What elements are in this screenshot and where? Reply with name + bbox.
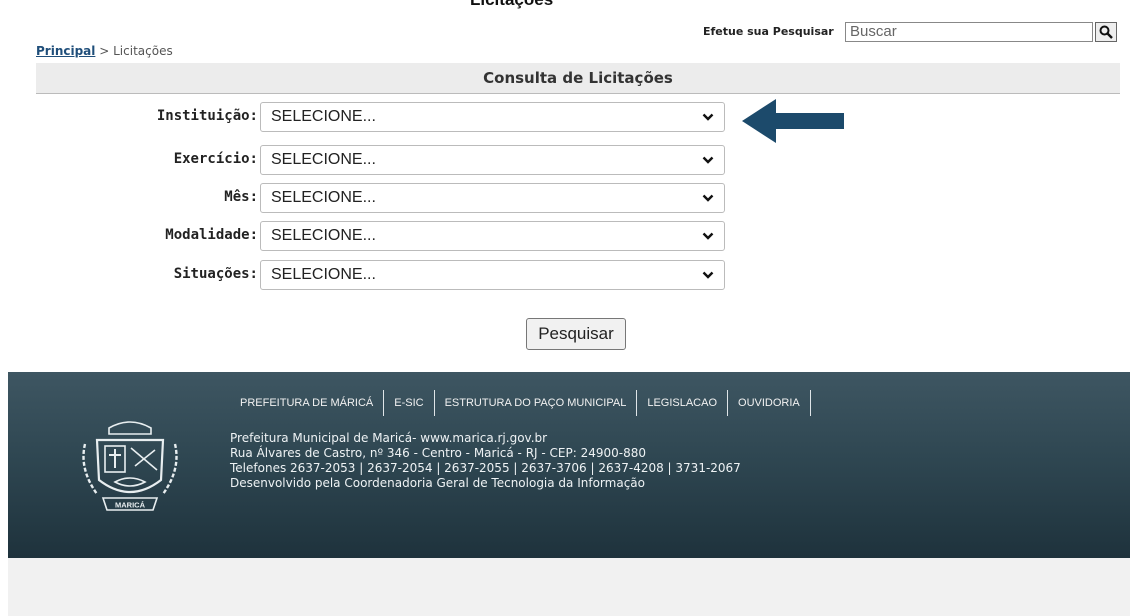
chevron-down-icon [702,113,714,121]
page-bottom-area [8,558,1130,616]
situacoes-select[interactable]: SELECIONE... [260,260,725,290]
modalidade-label: Modalidade: [165,227,258,243]
footer-link-ouvidoria[interactable]: OUVIDORIA [728,397,810,409]
breadcrumb: Principal > Licitações [36,44,173,58]
mes-select-value: SELECIONE... [271,189,376,206]
footer-link-prefeitura[interactable]: PREFEITURA DE MÁRICÁ [230,397,383,409]
footer-link-legislacao[interactable]: LEGISLACAO [637,397,727,409]
instituicao-select[interactable]: SELECIONE... [260,102,725,132]
search-placeholder: Buscar [850,23,897,40]
footer-info: Prefeitura Municipal de Maricá- www.mari… [230,431,741,491]
form-row-instituicao: Instituição: SELECIONE... [0,102,740,132]
search-input[interactable]: Buscar [845,22,1093,42]
footer-info-line: Rua Álvares de Castro, nº 346 - Centro -… [230,446,646,460]
form-row-mes: Mês: SELECIONE... [0,183,740,213]
marica-crest-icon: MARICÁ [82,421,178,511]
crest-text: MARICÁ [115,501,146,510]
search-label: Efetue sua Pesquisar [703,25,834,38]
breadcrumb-current: Licitações [113,44,173,58]
situacoes-select-value: SELECIONE... [271,266,376,283]
footer-nav-divider [809,390,811,416]
form-row-modalidade: Modalidade: SELECIONE... [0,221,740,251]
form-row-situacoes: Situações: SELECIONE... [0,260,740,290]
situacoes-label: Situações: [173,266,258,282]
chevron-down-icon [702,194,714,202]
footer-link-esic[interactable]: E-SIC [384,397,433,409]
cutoff-top-strip: Licitações [0,0,1130,12]
left-arrow-annotation-icon [742,99,844,143]
page-title: Consulta de Licitações [36,63,1120,94]
exercicio-label: Exercício: [173,151,258,167]
instituicao-label: Instituição: [156,108,258,124]
exercicio-select-value: SELECIONE... [271,151,376,168]
search-button[interactable] [1095,22,1117,42]
chevron-down-icon [702,271,714,279]
mes-label: Mês: [224,189,258,205]
footer-info-line: Telefones 2637-2053 | 2637-2054 | 2637-2… [230,461,741,475]
instituicao-select-value: SELECIONE... [271,108,376,125]
cutoff-heading: Licitações [470,0,553,10]
pesquisar-button[interactable]: Pesquisar [526,318,626,350]
search-icon [1099,25,1113,39]
search-area: Efetue sua Pesquisar Buscar [0,22,1120,44]
footer-link-estrutura[interactable]: ESTRUTURA DO PAÇO MUNICIPAL [435,397,637,409]
modalidade-select[interactable]: SELECIONE... [260,221,725,251]
form-row-exercicio: Exercício: SELECIONE... [0,145,740,175]
mes-select[interactable]: SELECIONE... [260,183,725,213]
chevron-down-icon [702,156,714,164]
footer-nav: PREFEITURA DE MÁRICÁ E-SIC ESTRUTURA DO … [230,390,811,416]
footer-info-line: Desenvolvido pela Coordenadoria Geral de… [230,476,645,490]
exercicio-select[interactable]: SELECIONE... [260,145,725,175]
footer: MARICÁ PREFEITURA DE MÁRICÁ E-SIC ESTRUT… [8,372,1130,558]
footer-info-line: Prefeitura Municipal de Maricá- www.mari… [230,431,548,445]
chevron-down-icon [702,232,714,240]
breadcrumb-home-link[interactable]: Principal [36,44,95,58]
modalidade-select-value: SELECIONE... [271,227,376,244]
breadcrumb-separator: > [99,44,110,58]
